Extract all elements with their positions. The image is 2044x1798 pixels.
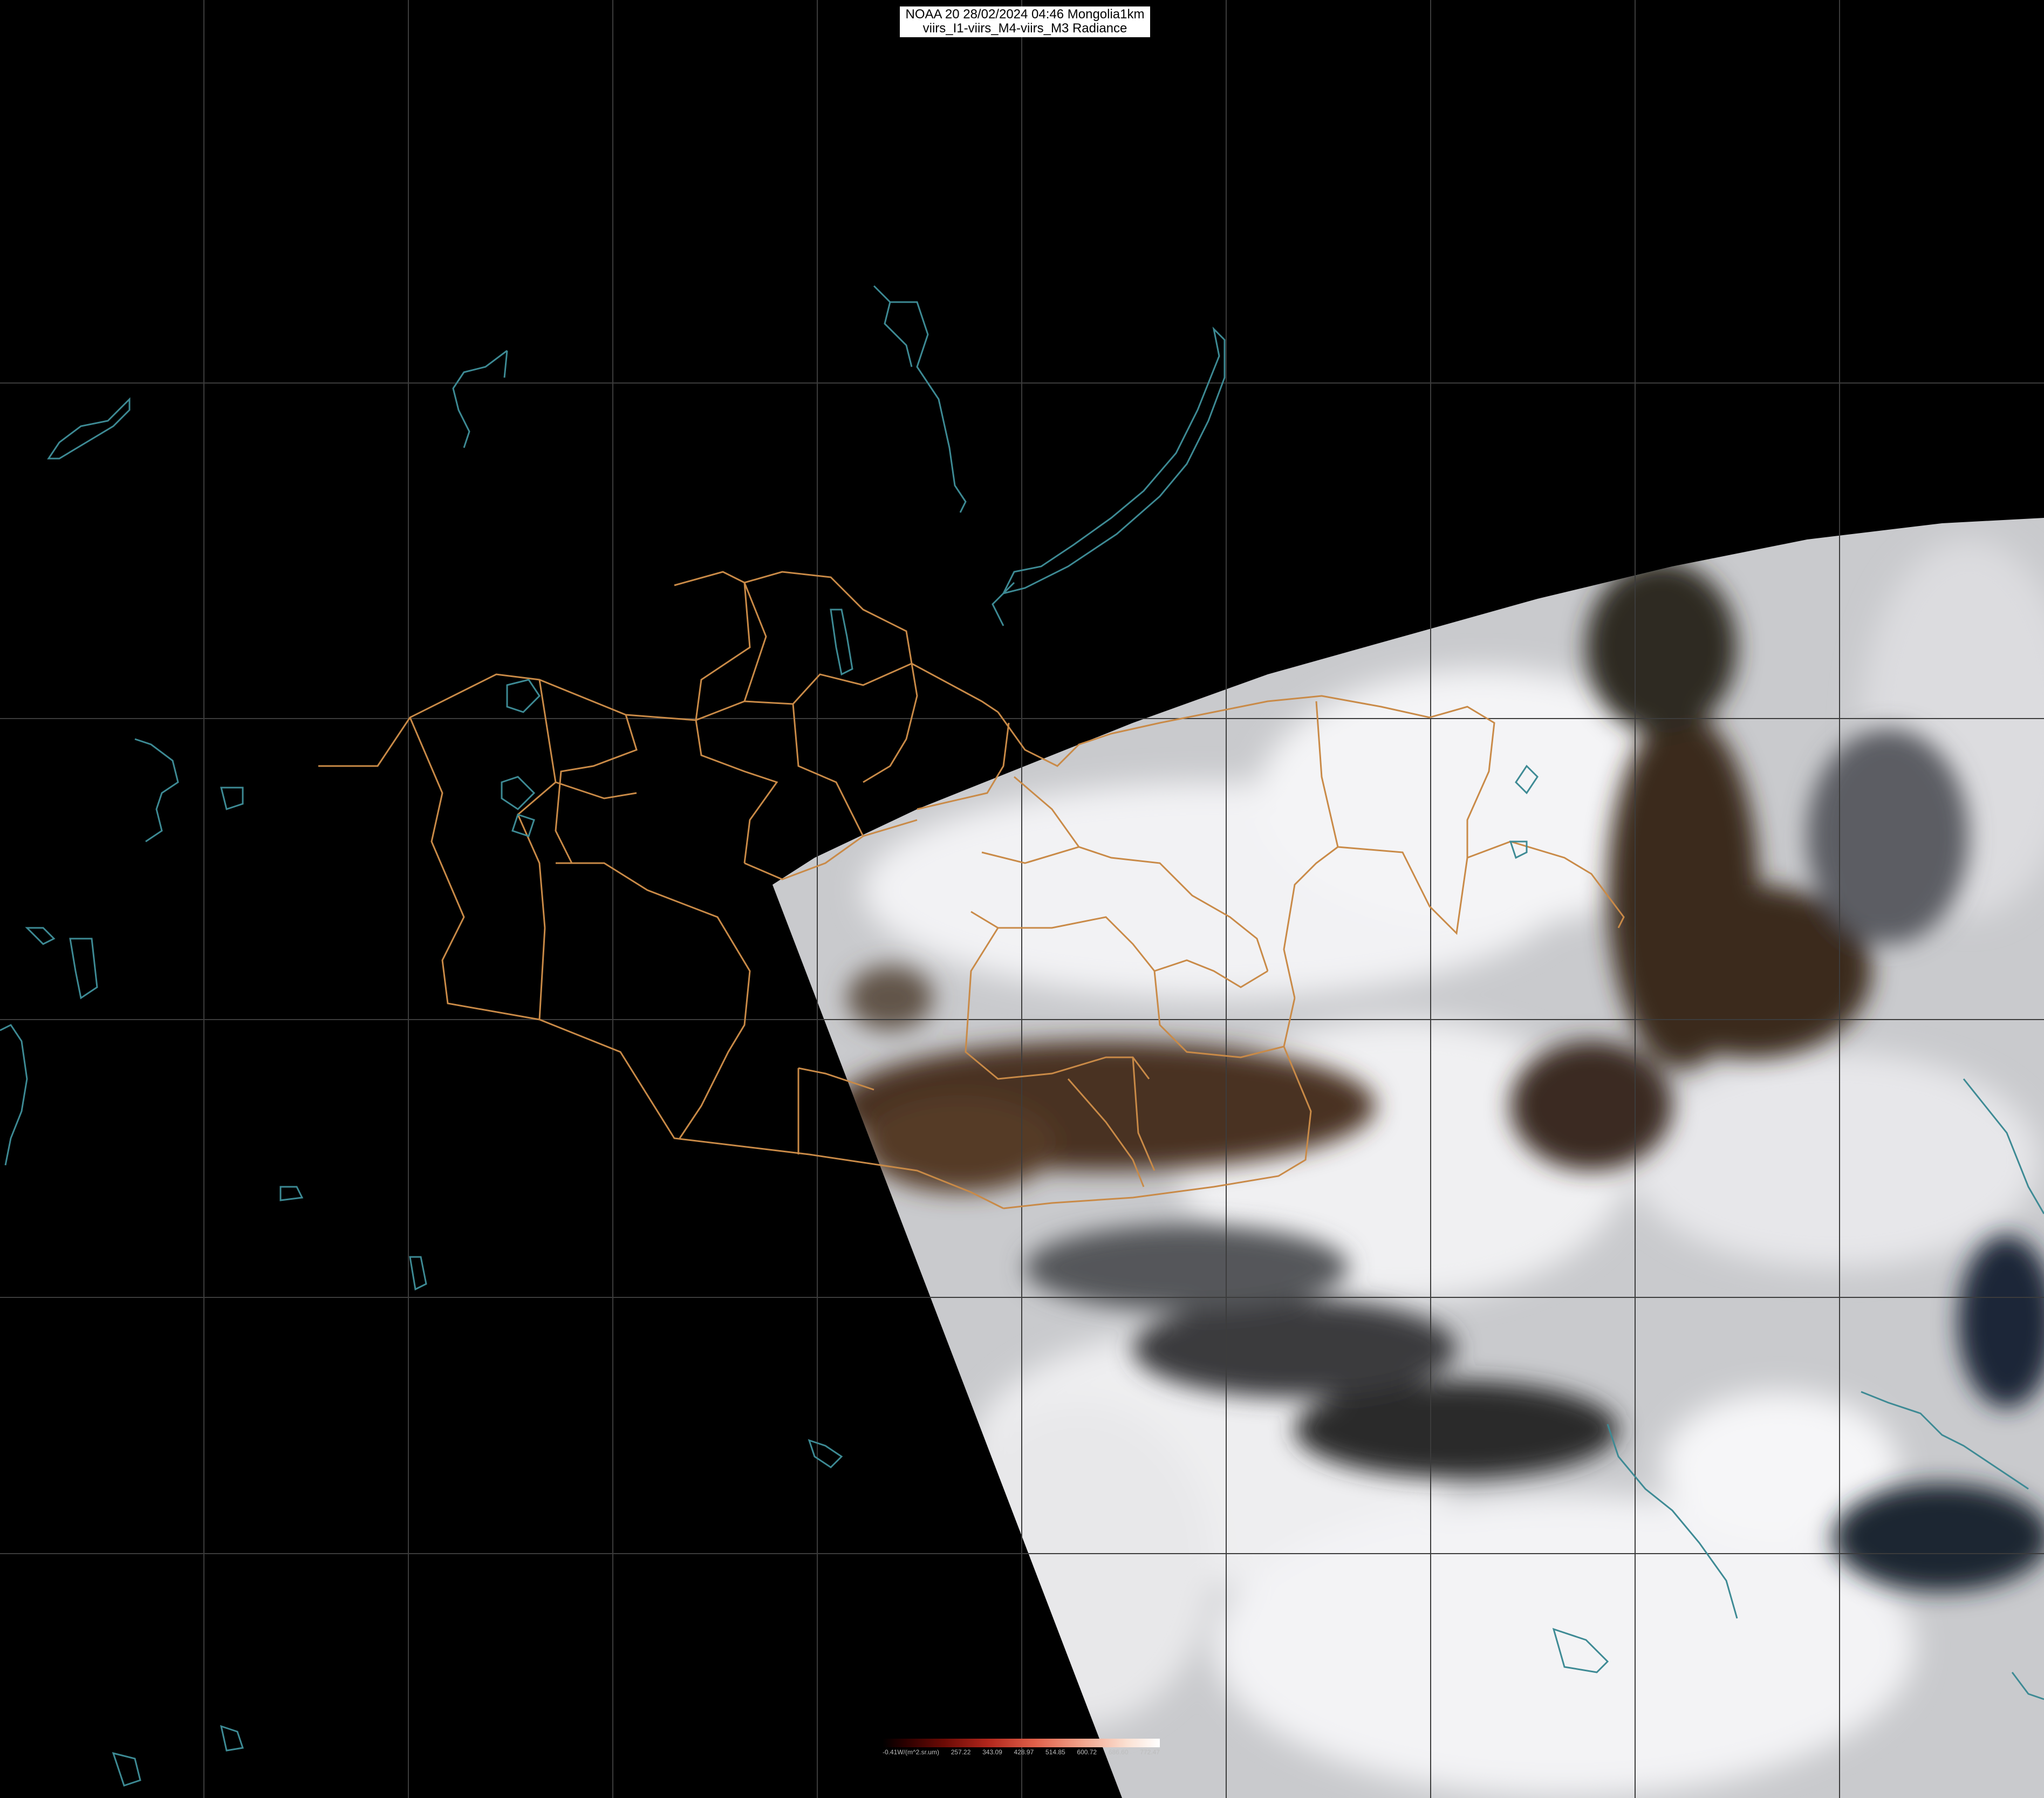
colorbar-tick: 772.47	[1140, 1748, 1160, 1756]
map-canvas	[0, 0, 2044, 1798]
colorbar-tick-labels: -0.41W/(m^2.sr.um) 257.22 343.09 428.97 …	[883, 1748, 1160, 1758]
colorbar-tick: 428.97	[1014, 1748, 1034, 1756]
colorbar-tick: 600.72	[1077, 1748, 1097, 1756]
colorbar-tick: 343.09	[982, 1748, 1002, 1756]
colorbar-ramp	[883, 1739, 1160, 1747]
colorbar-tick: 257.22	[951, 1748, 971, 1756]
satellite-image: NOAA 20 28/02/2024 04:46 Mongolia1km vii…	[0, 0, 2044, 1798]
colorbar-tick: 686.60	[1108, 1748, 1129, 1756]
title-line-2: viirs_I1-viirs_M4-viirs_M3 Radiance	[922, 21, 1127, 36]
colorbar-legend: -0.41W/(m^2.sr.um) 257.22 343.09 428.97 …	[883, 1739, 1160, 1760]
lake-baikal	[1002, 326, 1226, 595]
colorbar-tick: 514.85	[1045, 1748, 1065, 1756]
image-title-box: NOAA 20 28/02/2024 04:46 Mongolia1km vii…	[900, 6, 1150, 37]
colorbar-tick: -0.41W/(m^2.sr.um)	[883, 1748, 939, 1756]
imagery-swath	[773, 518, 2044, 1798]
title-line-1: NOAA 20 28/02/2024 04:46 Mongolia1km	[905, 7, 1145, 22]
